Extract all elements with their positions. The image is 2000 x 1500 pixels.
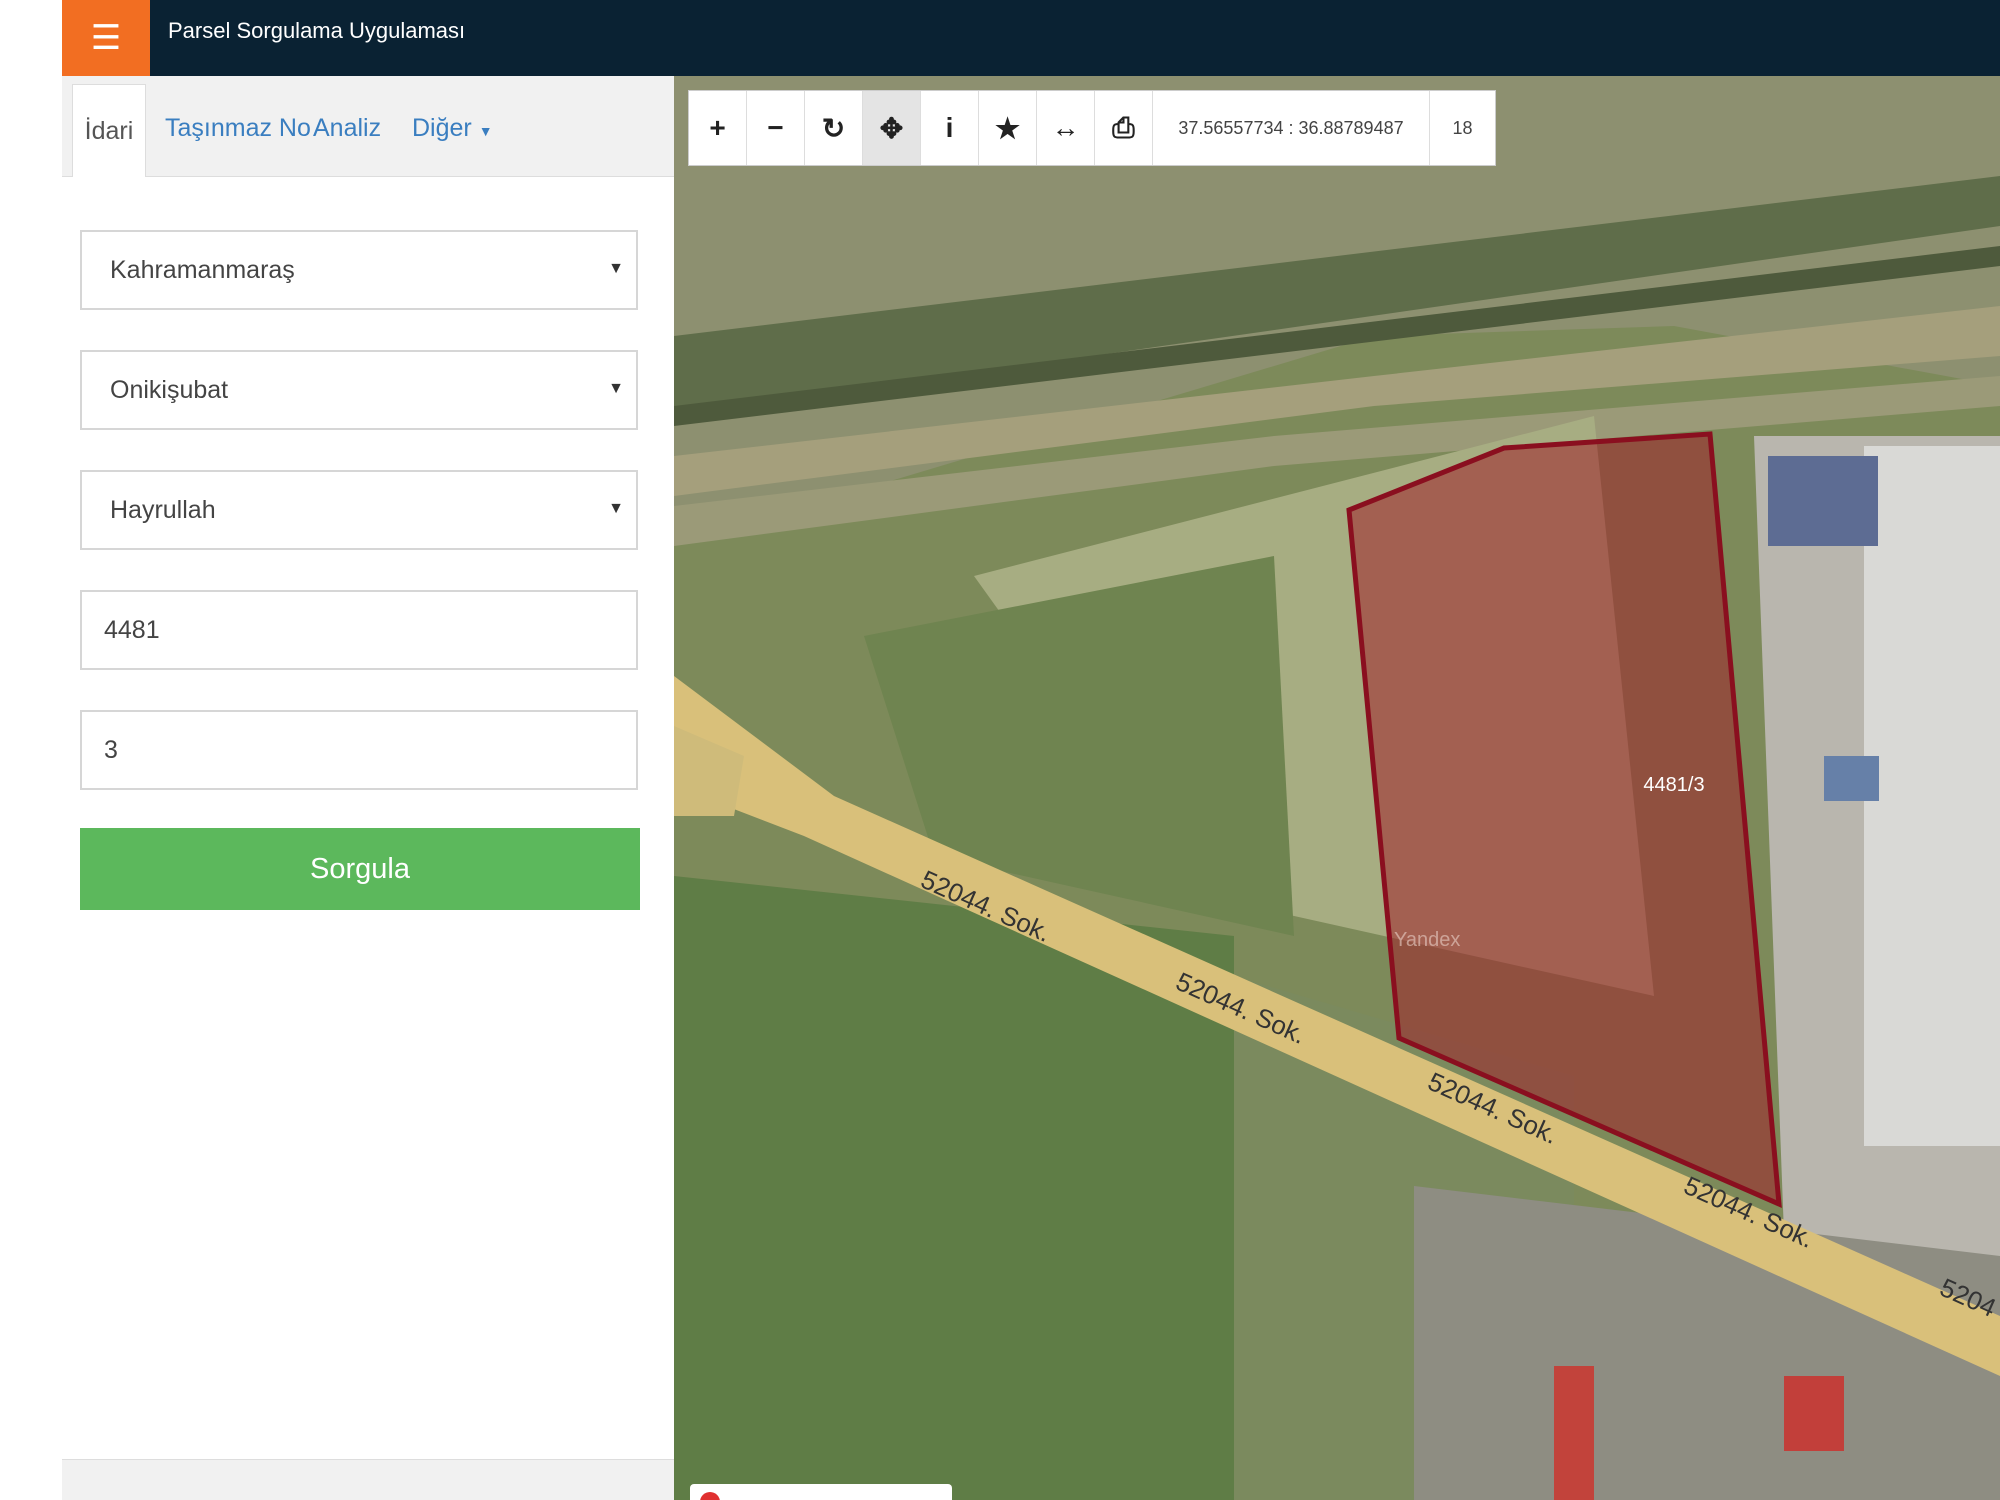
- info-icon[interactable]: i: [921, 91, 979, 165]
- watermark-text: Yandex: [1394, 929, 1460, 951]
- zoom-level: 18: [1452, 117, 1473, 138]
- map-imagery: 4481/3 Yandex 52044. Sok. 52044. Sok. 52…: [674, 76, 2000, 1500]
- query-sidebar: İdari Taşınmaz No Analiz Diğer ▼ Kahrama…: [62, 76, 674, 1500]
- query-button[interactable]: Sorgula: [80, 828, 640, 910]
- tab-tasinmaz-no[interactable]: Taşınmaz No: [165, 114, 311, 143]
- zoom-out-icon[interactable]: −: [747, 91, 805, 165]
- tab-diger[interactable]: Diğer ▼: [412, 114, 493, 143]
- hamburger-menu-icon[interactable]: ☰: [62, 0, 150, 76]
- app-header: ☰ Parsel Sorgulama Uygulaması: [0, 0, 2000, 76]
- measure-icon[interactable]: ↔: [1037, 91, 1095, 165]
- app-title: Parsel Sorgulama Uygulaması: [168, 18, 466, 43]
- location-pin-icon: [700, 1492, 720, 1500]
- tab-idari[interactable]: İdari: [72, 84, 146, 177]
- sidebar-footer: [62, 1459, 674, 1500]
- tab-diger-label: Diğer: [412, 114, 472, 142]
- map-toolbar: + − ↻ ✥ i ★ ↔ ⎙ 37.56557734 : 36.8878948…: [688, 90, 1496, 166]
- chevron-down-icon: ▼: [608, 500, 624, 517]
- parcel-label: 4481/3: [1643, 774, 1704, 796]
- tab-analiz[interactable]: Analiz: [313, 114, 381, 143]
- block-number-value: 4481: [104, 615, 160, 644]
- move-icon[interactable]: ✥: [863, 91, 921, 165]
- print-icon[interactable]: ⎙: [1095, 91, 1153, 165]
- province-select[interactable]: Kahramanmaraş ▼: [80, 230, 638, 310]
- chevron-down-icon: ▼: [478, 123, 493, 139]
- district-select[interactable]: Onikişubat ▼: [80, 350, 638, 430]
- district-value: Onikişubat: [110, 375, 229, 404]
- chevron-down-icon: ▼: [608, 380, 624, 397]
- satellite-map[interactable]: 4481/3 Yandex 52044. Sok. 52044. Sok. 52…: [674, 76, 2000, 1500]
- parcel-number-input[interactable]: 3: [80, 710, 638, 790]
- chevron-down-icon: ▼: [608, 260, 624, 277]
- coordinate-readout: 37.56557734 : 36.88789487: [1153, 91, 1430, 165]
- star-icon[interactable]: ★: [979, 91, 1037, 165]
- tab-bar: İdari Taşınmaz No Analiz Diğer ▼: [62, 76, 674, 177]
- refresh-icon[interactable]: ↻: [805, 91, 863, 165]
- block-number-input[interactable]: 4481: [80, 590, 638, 670]
- map-attribution-chip[interactable]: [690, 1484, 952, 1500]
- neighborhood-value: Hayrullah: [110, 495, 216, 524]
- province-value: Kahramanmaraş: [110, 255, 295, 284]
- parcel-number-value: 3: [104, 735, 118, 764]
- left-gutter: [0, 0, 62, 1500]
- neighborhood-select[interactable]: Hayrullah ▼: [80, 470, 638, 550]
- zoom-in-icon[interactable]: +: [689, 91, 747, 165]
